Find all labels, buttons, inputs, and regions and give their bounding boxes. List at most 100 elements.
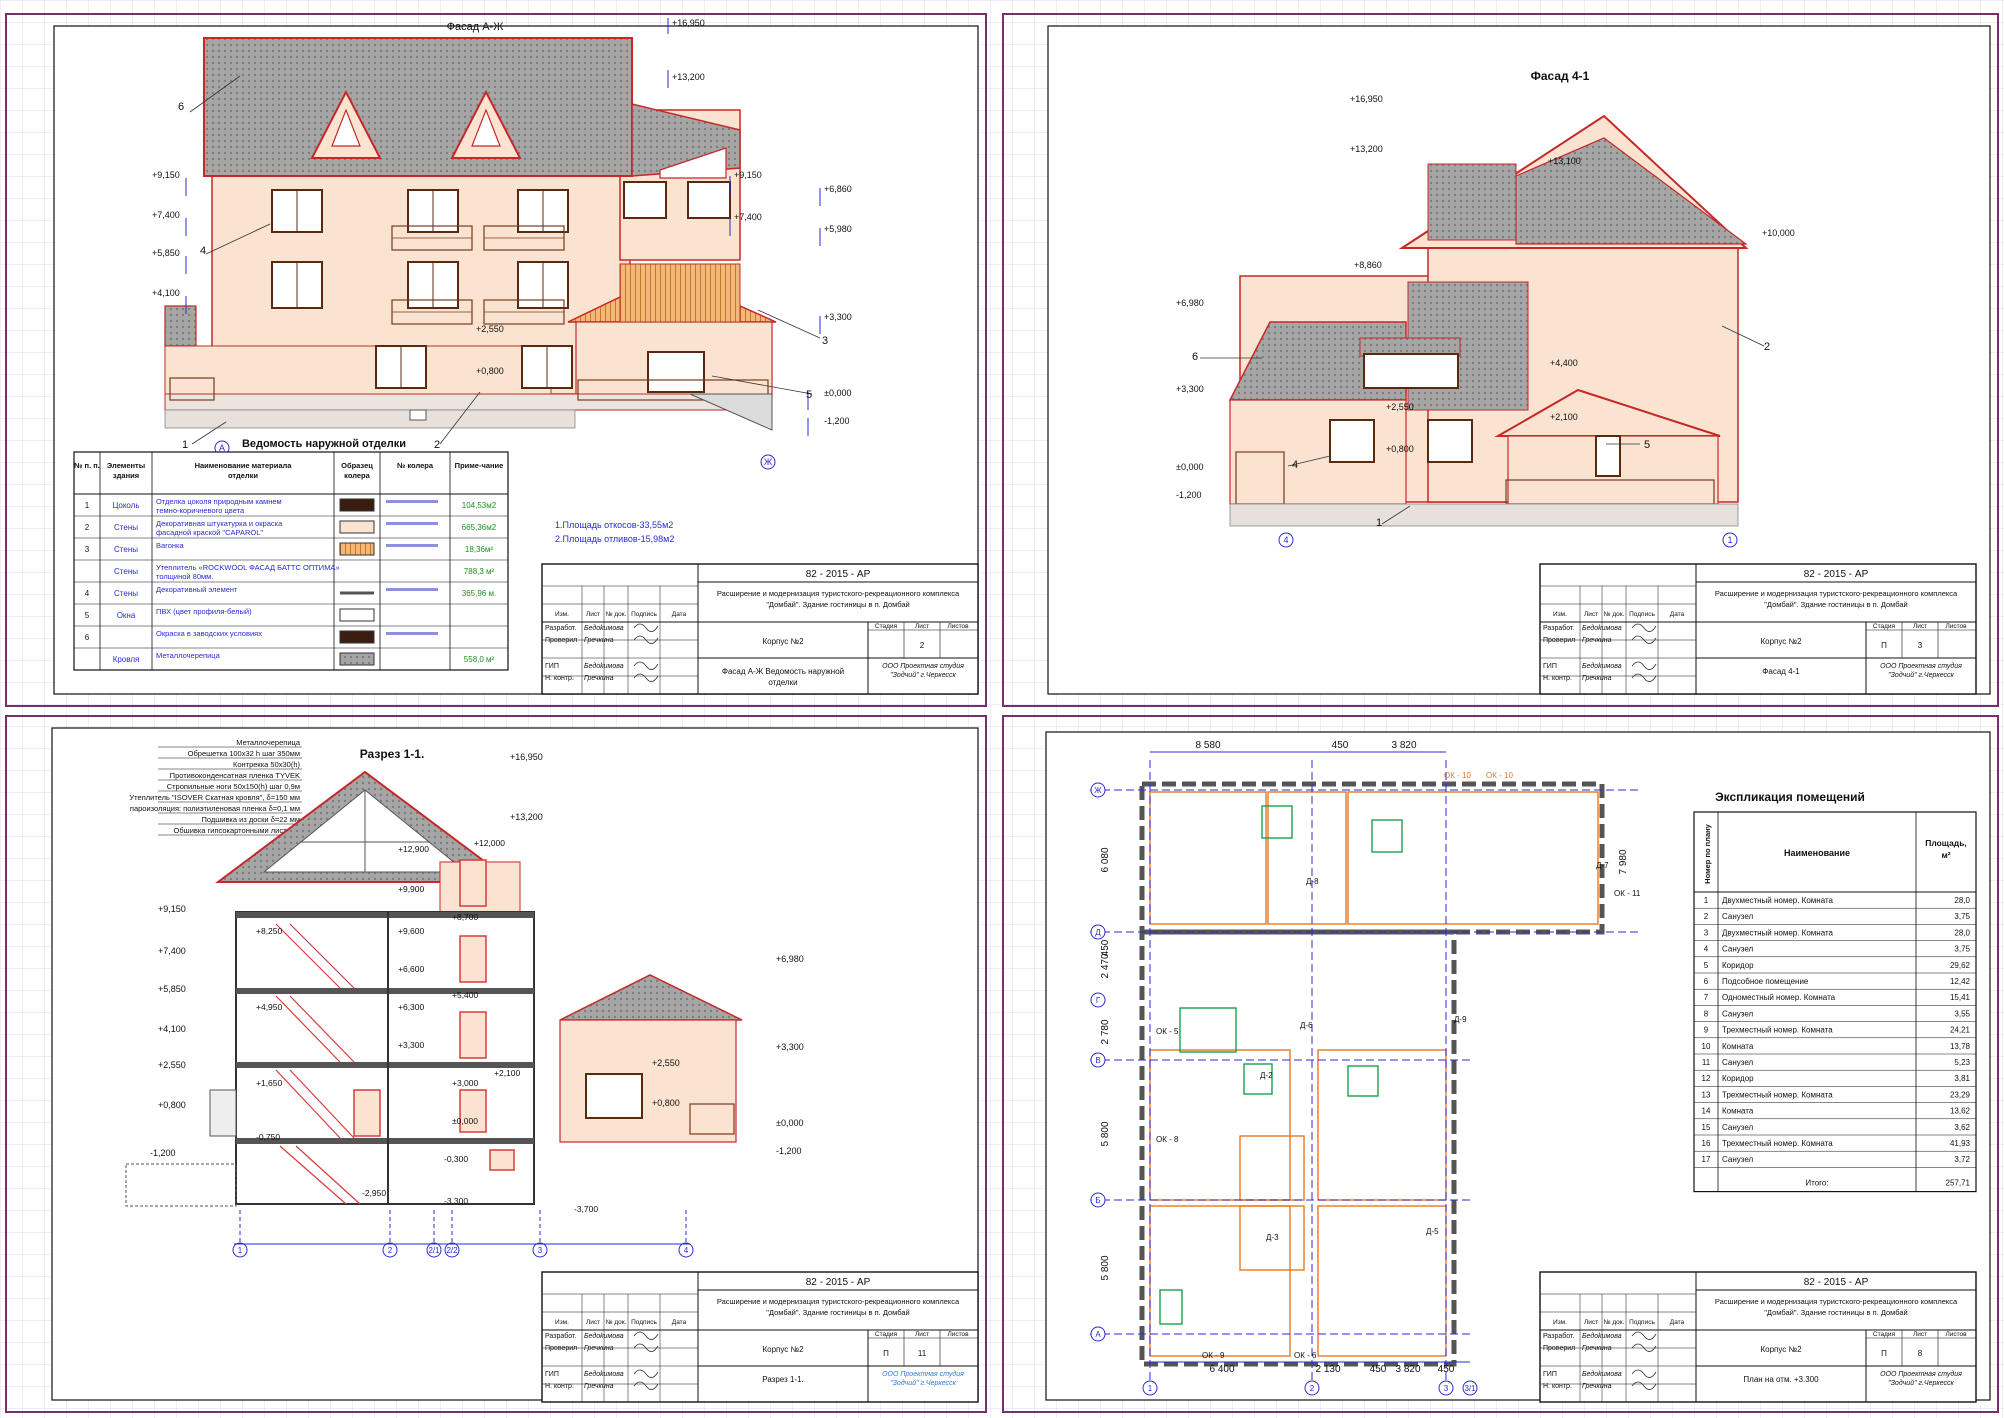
section-inner-mark: -3,700 — [574, 1204, 598, 1214]
title-block-col-label: Дата — [1670, 611, 1685, 618]
title-block-stage: П — [1881, 641, 1887, 650]
explication-row-area: 5,23 — [1954, 1058, 1970, 1067]
title-block-code: 82 - 2015 - АР — [806, 569, 871, 580]
title-block-name: Бедоkимова — [1582, 1370, 1622, 1378]
finishing-row-material: толщиной 80мм. — [156, 572, 213, 581]
title-block-company: "Зодчий" г.Черкесск — [890, 671, 956, 679]
title-block-col-label: № док. — [606, 1319, 627, 1326]
finishing-row-element: Кровля — [113, 655, 140, 664]
plan-window-label: ОК - 10 — [1486, 771, 1513, 780]
mark-right-2: +13,200 — [672, 72, 705, 82]
finishing-row-material: Декоративный элемент — [156, 585, 238, 594]
plan-row-axis-label: Ж — [1094, 786, 1102, 795]
explication-row-name: Санузел — [1722, 1009, 1753, 1018]
explication-row-area: 28,0 — [1954, 928, 1970, 937]
title-block-sheet-title: отделки — [768, 678, 797, 687]
title-block-stage-col: Листов — [947, 623, 969, 630]
title-block-col-label: Изм. — [1553, 611, 1567, 618]
finishing-swatch — [339, 498, 375, 512]
section-inner-mark: +5,400 — [452, 990, 479, 1000]
title-block-name: Бедоkимова — [1582, 624, 1622, 632]
fb-mark-5: +3,300 — [1176, 384, 1204, 394]
roof-layer-label: Обрешетка 100x32 h шаг 350мм — [188, 749, 300, 758]
callout-1: 1 — [182, 439, 188, 451]
plan-window-label: ОК - 8 — [1156, 1135, 1179, 1144]
explication-row-number: 14 — [1702, 1107, 1711, 1116]
plan-door-label: Д-3 — [1266, 1233, 1279, 1242]
plan-dim-left: 450 — [1100, 939, 1111, 956]
title-block-col-label: Изм. — [1553, 1319, 1567, 1326]
roof-layer-label: Стропильные ноги 50x150(h) шаг 0,9м — [167, 782, 300, 791]
finishing-colour-bar — [386, 500, 438, 503]
title-block-role: ГИП — [545, 1371, 559, 1378]
plan-door-label: Д-6 — [1300, 1021, 1313, 1030]
title-block-project: Расширение и модернизация туристского-ре… — [1715, 589, 1958, 598]
finishing-row-element: Стены — [114, 589, 138, 598]
title-block-role: Разработ. — [1543, 1332, 1574, 1340]
plan-dim-top: 8 580 — [1195, 740, 1220, 751]
mark-inner-2: +0,800 — [476, 366, 504, 376]
fb-inner-6: +0,800 — [1386, 444, 1414, 454]
explication-row-area: 3,62 — [1954, 1123, 1970, 1132]
fb-callout-6: 6 — [1192, 351, 1198, 363]
finishing-colour-bar — [386, 588, 438, 591]
section-inner-mark: +9,900 — [398, 884, 425, 894]
fb-callout-4: 4 — [1292, 459, 1298, 471]
title-block-name: Гречкина — [584, 637, 614, 644]
title-block-stage-col: Листов — [1945, 1331, 1967, 1338]
finishing-row-number: 6 — [85, 633, 90, 642]
title-block-code: 82 - 2015 - АР — [806, 1277, 871, 1288]
section-inner-mark: +2,100 — [494, 1068, 521, 1078]
explication-row-area: 28,0 — [1954, 896, 1970, 905]
fb-inner-2: +10,000 — [1762, 228, 1795, 238]
section-inner-mark: +3,300 — [398, 1040, 425, 1050]
explication-row-area: 23,29 — [1950, 1090, 1971, 1099]
fb-inner-5: +2,550 — [1386, 402, 1414, 412]
explication-row-number: 16 — [1702, 1139, 1711, 1148]
title-block-role: ГИП — [1543, 663, 1557, 670]
sec-right-1: +6,980 — [776, 954, 804, 964]
section-inner-mark: ±0,000 — [452, 1116, 478, 1126]
plan-dim-right: 7 980 — [1618, 849, 1629, 874]
finishing-row-material: Металлочерепица — [156, 651, 221, 660]
explication-row-name: Подсобное помещение — [1722, 977, 1809, 986]
callout-5: 5 — [806, 389, 812, 401]
plan-door-label: Д-8 — [1306, 877, 1319, 886]
title-block-company: ООО Проектная студия — [882, 662, 964, 670]
plan-dim-bottom: 450 — [1438, 1364, 1455, 1375]
plan-col-axis-label: 3/1 — [1464, 1384, 1476, 1393]
finishing-table: № п. п. Элементыздания Наименование матери… — [73, 451, 509, 671]
title-block-col-label: Подпись — [1629, 611, 1655, 618]
plan-dim-left: 5 800 — [1100, 1121, 1111, 1146]
title-block-col-label: № док. — [606, 611, 627, 618]
finishing-table-header: здания — [113, 471, 139, 480]
finishing-row-material: Декоративная штукатурка и окраска — [156, 519, 283, 528]
finishing-colour-bar — [386, 632, 438, 635]
fb-mark-6: ±0,000 — [1176, 462, 1203, 472]
sec-left-1: +9,150 — [158, 904, 186, 914]
title-block: Изм. Лист № док. Подпись Дата Разработ. Бедоkи… — [1539, 1271, 1977, 1403]
explication-row-number: 2 — [1704, 912, 1709, 921]
explication-row-name: Двухместный номер. Комната — [1722, 928, 1834, 937]
title-block-col-label: № док. — [1604, 1319, 1625, 1326]
section-inner-mark: -0,300 — [444, 1154, 468, 1164]
title-block-stage: П — [883, 1349, 889, 1358]
note-1: 1.Площадь откосов-33,55м2 — [555, 520, 673, 530]
finishing-row-note: 665,36м2 — [462, 523, 497, 532]
title-block-project: Расширение и модернизация туристского-ре… — [717, 1297, 960, 1306]
axis-zh: Ж — [764, 457, 773, 467]
finishing-row-number: 1 — [85, 501, 90, 510]
explication-row-name: Одноместный номер. Комната — [1722, 993, 1836, 1002]
finishing-table-header: колера — [344, 471, 370, 480]
explication-row-name: Комната — [1722, 1107, 1754, 1116]
explication-row-name: Санузел — [1722, 1123, 1753, 1132]
plan-dim-left: 2 780 — [1100, 1019, 1111, 1044]
plan-row-axis-label: В — [1095, 1056, 1100, 1065]
title-block-role: Проверил — [1543, 637, 1575, 644]
mark-right-7: +3,300 — [824, 312, 852, 322]
sec-right-3: +2,550 — [652, 1058, 680, 1068]
sec-left-5: +2,550 — [158, 1060, 186, 1070]
title-block-name: Бедоkимова — [1582, 1332, 1622, 1340]
explication-total-value: 257,71 — [1946, 1178, 1971, 1187]
title-block-project: "Домбай". Здание гостиницы в п. Домбай — [1764, 600, 1907, 609]
